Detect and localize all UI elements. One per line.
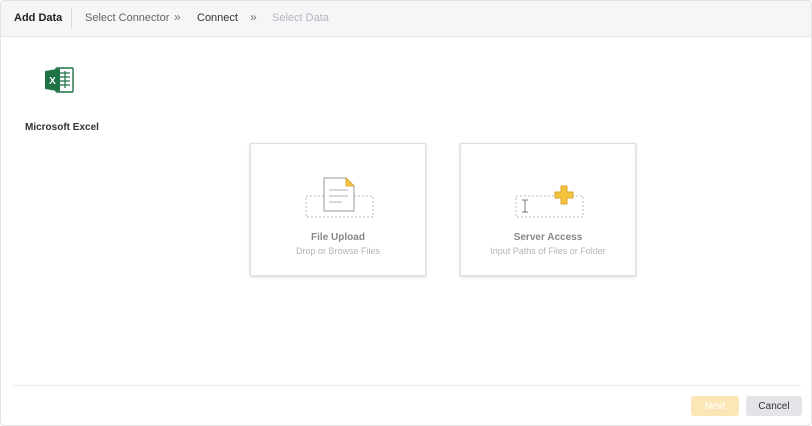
footer-divider bbox=[12, 385, 801, 386]
step-connect: Connect bbox=[197, 12, 238, 24]
step-separator: » bbox=[250, 10, 257, 24]
card-subtitle: Drop or Browse Files bbox=[295, 246, 381, 256]
step-select-data: Select Data bbox=[272, 12, 329, 24]
connector-name: Microsoft Excel bbox=[25, 122, 99, 133]
header-divider bbox=[71, 8, 72, 29]
server-access-card[interactable]: Server Access Input Paths of Files or Fo… bbox=[460, 143, 636, 276]
card-subtitle: Input Paths of Files or Folder bbox=[490, 246, 606, 256]
dialog-header: Add Data Select Connector » Connect » Se… bbox=[1, 1, 811, 37]
svg-text:X: X bbox=[49, 76, 56, 87]
file-upload-icon bbox=[305, 177, 374, 218]
server-access-icon bbox=[515, 185, 584, 218]
card-title: File Upload bbox=[311, 232, 365, 243]
dialog-title: Add Data bbox=[14, 12, 63, 24]
cancel-button[interactable]: Cancel bbox=[746, 396, 802, 416]
add-data-dialog: Add Data Select Connector » Connect » Se… bbox=[0, 0, 812, 426]
card-title: Server Access bbox=[513, 232, 583, 243]
next-button[interactable]: Next bbox=[691, 396, 739, 416]
excel-icon: X bbox=[45, 67, 74, 93]
step-separator: » bbox=[174, 10, 181, 24]
file-upload-card[interactable]: File Upload Drop or Browse Files bbox=[250, 143, 426, 276]
step-select-connector[interactable]: Select Connector bbox=[85, 12, 169, 24]
